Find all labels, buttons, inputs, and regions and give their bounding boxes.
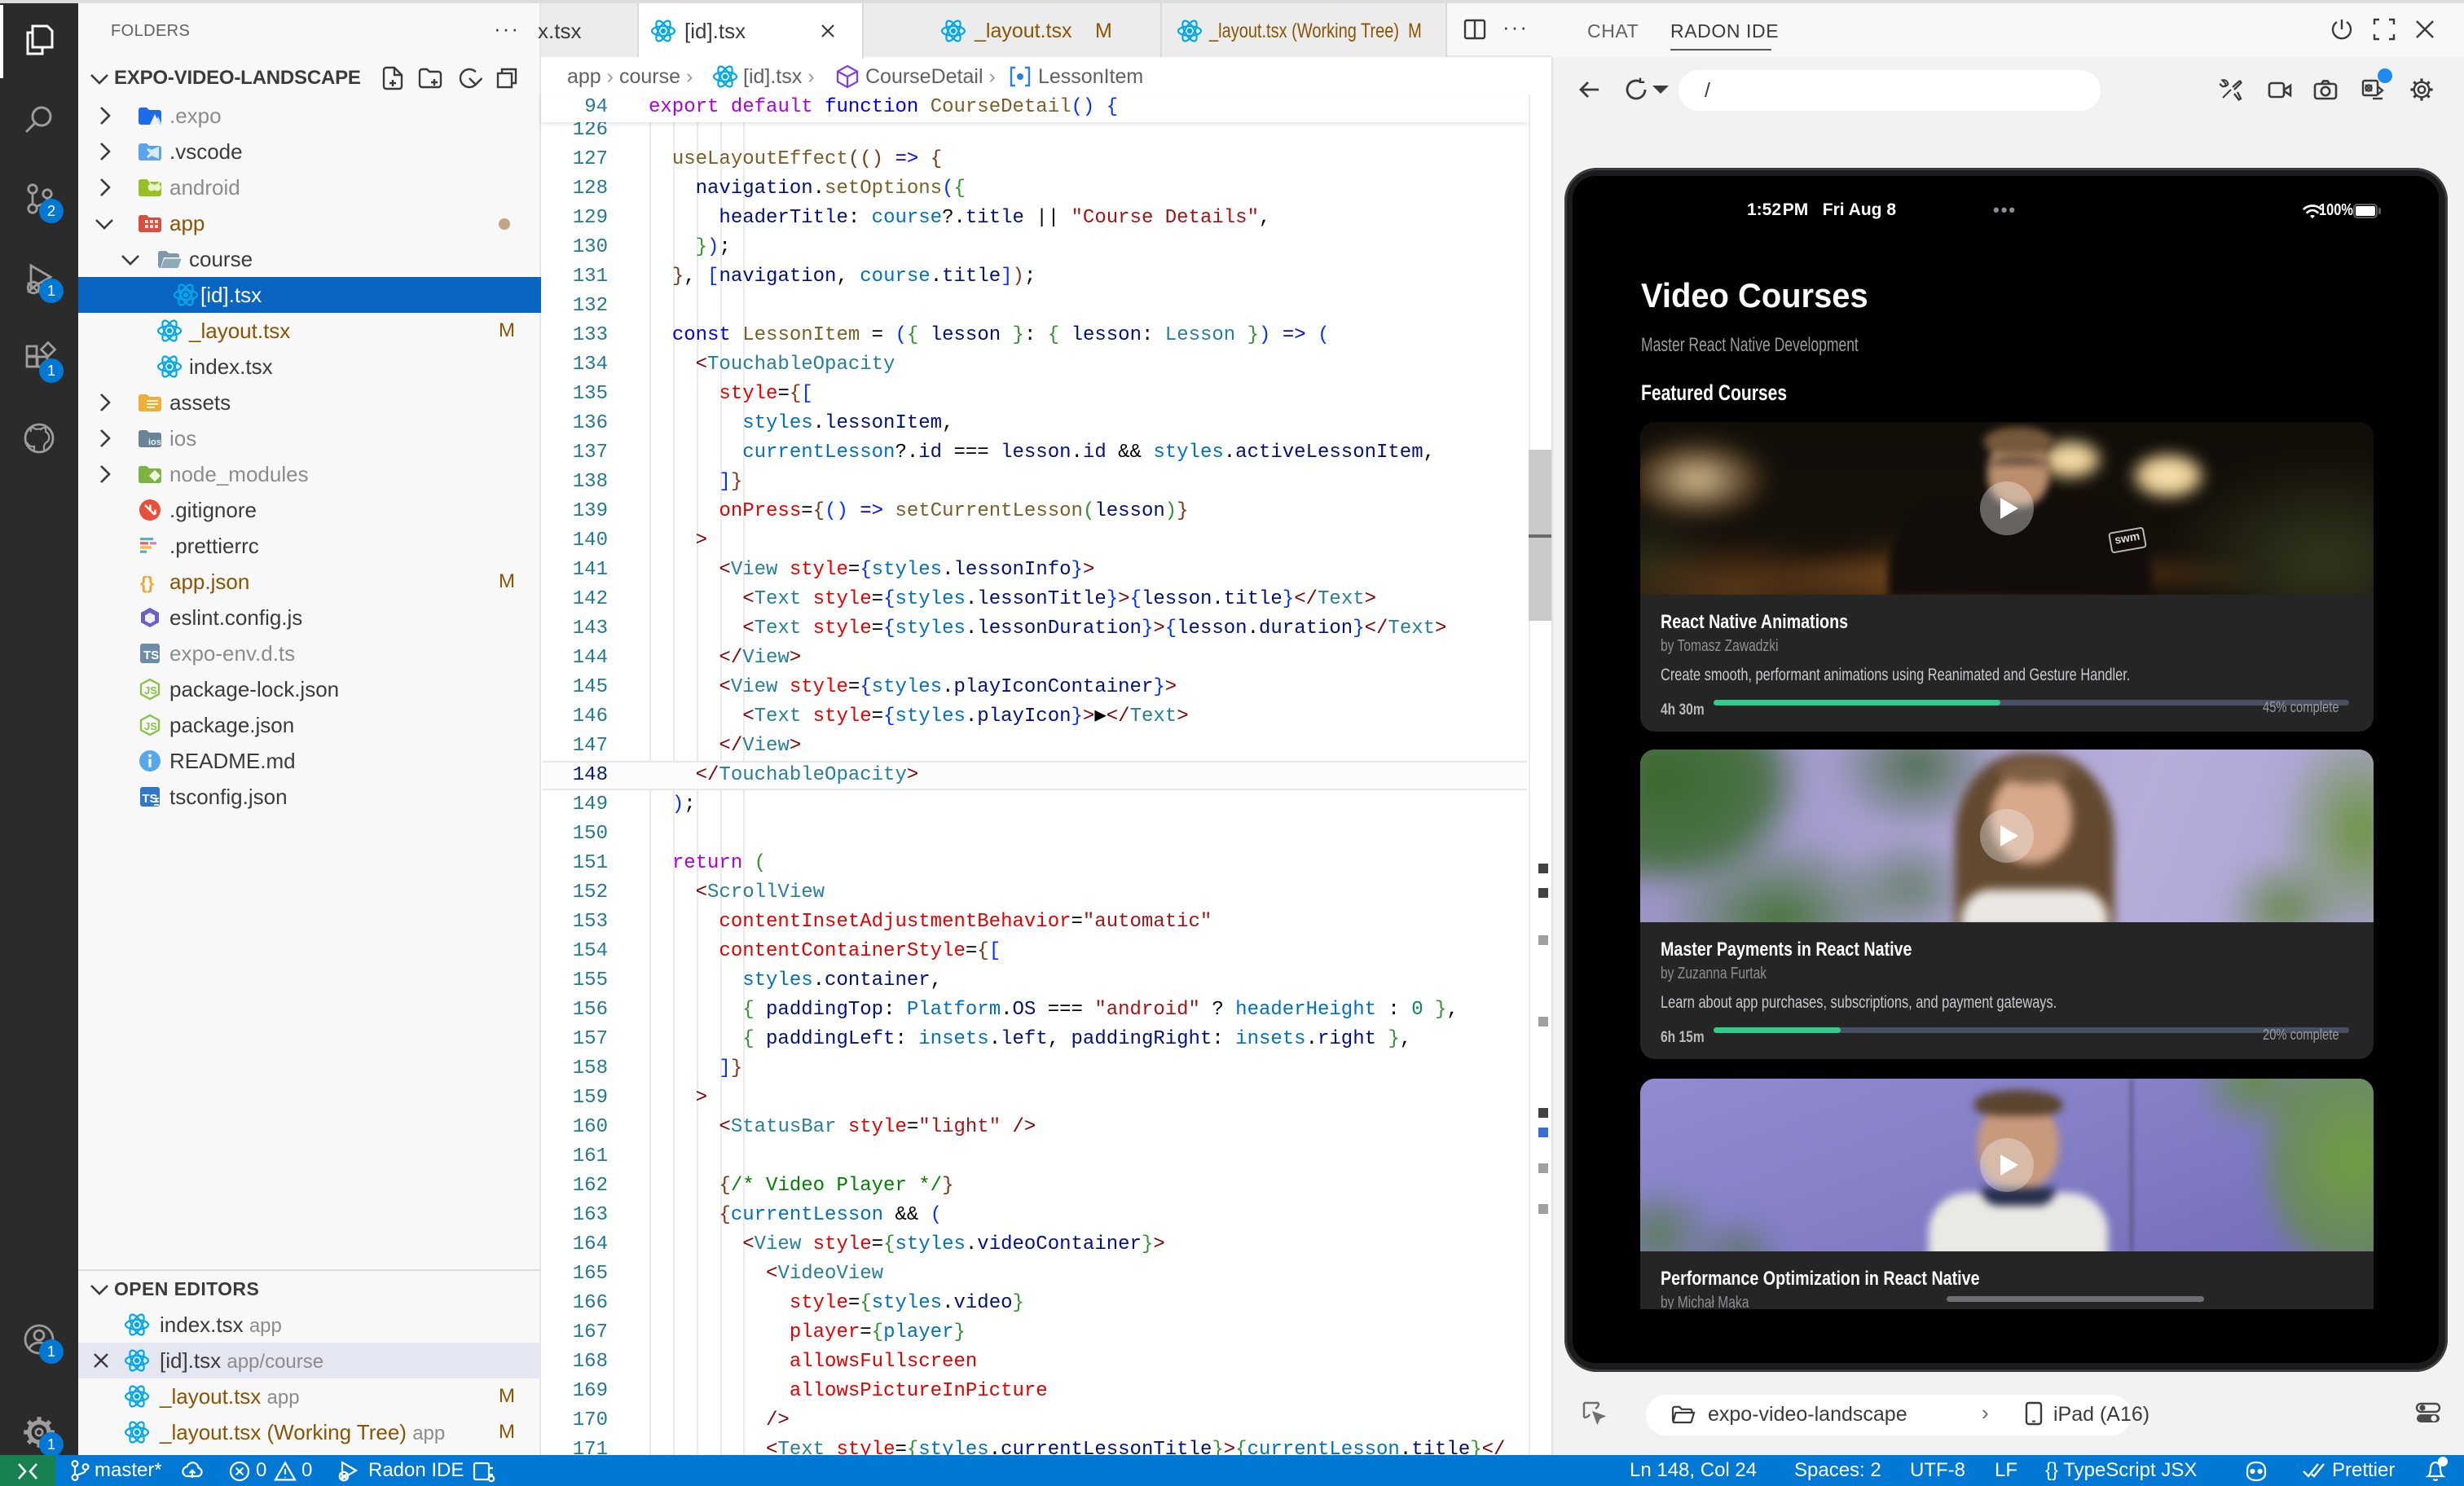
- svg-text:JS: JS: [144, 684, 157, 697]
- svg-text:TS: TS: [143, 648, 159, 662]
- svg-text:JS: JS: [144, 720, 157, 732]
- svg-text:ios: ios: [148, 437, 161, 447]
- svg-text:{}: {}: [140, 573, 155, 593]
